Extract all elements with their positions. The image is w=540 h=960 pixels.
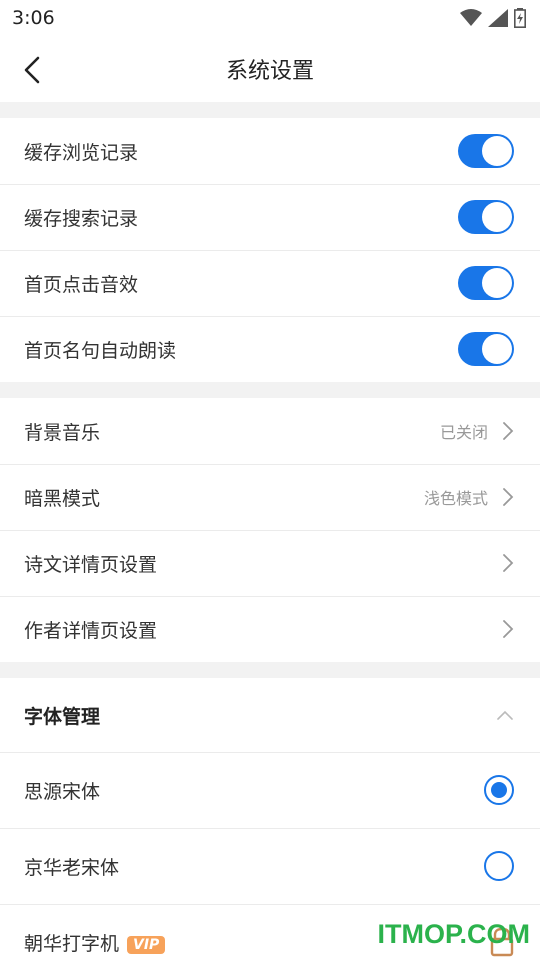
chevron-up-icon xyxy=(497,710,513,720)
setting-row-bg-music[interactable]: 背景音乐 已关闭 xyxy=(0,398,540,464)
click-sound-toggle[interactable] xyxy=(458,266,514,300)
toggle-knob xyxy=(482,334,512,364)
chevron-right-icon xyxy=(503,620,514,638)
row-label: 缓存搜索记录 xyxy=(24,207,139,230)
row-label: 暗黑模式 xyxy=(24,487,101,510)
row-right: 已关闭 xyxy=(440,419,514,443)
row-label: 首页点击音效 xyxy=(24,273,139,296)
radio-selected[interactable] xyxy=(484,775,514,805)
nav-bar: 系统设置 xyxy=(0,36,540,102)
radio-dot xyxy=(491,782,507,798)
font-row-siyuan[interactable]: 思源宋体 xyxy=(0,752,540,828)
signal-icon xyxy=(488,9,508,27)
search-cache-toggle[interactable] xyxy=(458,200,514,234)
toggle-group: 缓存浏览记录 缓存搜索记录 首页点击音效 首页名句自动朗读 xyxy=(0,118,540,382)
row-label: 作者详情页设置 xyxy=(24,619,158,642)
row-value: 已关闭 xyxy=(439,423,488,442)
toggle-row-click-sound: 首页点击音效 xyxy=(0,250,540,316)
row-label: 首页名句自动朗读 xyxy=(24,339,177,362)
font-section-header[interactable]: 字体管理 xyxy=(0,678,540,752)
chevron-right-icon xyxy=(503,422,514,440)
setting-row-poem-detail[interactable]: 诗文详情页设置 xyxy=(0,530,540,596)
row-value: 浅色模式 xyxy=(423,489,488,508)
toggle-knob xyxy=(482,202,512,232)
section-title: 字体管理 xyxy=(24,705,101,728)
row-right xyxy=(502,553,514,573)
row-right xyxy=(502,619,514,639)
setting-row-author-detail[interactable]: 作者详情页设置 xyxy=(0,596,540,662)
chevron-right-icon xyxy=(503,488,514,506)
section-gap xyxy=(0,382,540,398)
row-right: 浅色模式 xyxy=(424,485,514,509)
toggle-knob xyxy=(482,136,512,166)
chevron-left-icon xyxy=(24,56,40,84)
toggle-knob xyxy=(482,268,512,298)
row-label: 诗文详情页设置 xyxy=(24,553,158,576)
section-gap xyxy=(0,662,540,678)
back-button[interactable] xyxy=(14,52,50,88)
auto-read-toggle[interactable] xyxy=(458,332,514,366)
row-label-wrap: 朝华打字机 VIP xyxy=(24,929,166,956)
chevron-right-icon xyxy=(503,554,514,572)
status-time: 3:06 xyxy=(12,7,55,29)
row-label: 背景音乐 xyxy=(24,421,101,444)
font-row-jinghua[interactable]: 京华老宋体 xyxy=(0,828,540,904)
row-label: 思源宋体 xyxy=(24,780,101,803)
status-icons xyxy=(460,8,526,28)
font-group: 字体管理 思源宋体 京华老宋体 朝华打字机 VIP xyxy=(0,678,540,960)
section-gap xyxy=(0,102,540,118)
battery-icon xyxy=(514,8,526,28)
row-label: 朝华打字机 xyxy=(24,932,120,955)
watermark-logo: ITMOP.COM xyxy=(377,919,530,949)
toggle-row-search-cache: 缓存搜索记录 xyxy=(0,184,540,250)
status-bar: 3:06 xyxy=(0,0,540,36)
settings-group: 背景音乐 已关闭 暗黑模式 浅色模式 诗文详情页设置 作者详情页设置 xyxy=(0,398,540,662)
toggle-row-auto-read: 首页名句自动朗读 xyxy=(0,316,540,382)
wifi-icon xyxy=(460,9,482,26)
browse-cache-toggle[interactable] xyxy=(458,134,514,168)
vip-badge: VIP xyxy=(127,936,166,954)
row-label: 京华老宋体 xyxy=(24,856,120,879)
radio-unselected[interactable] xyxy=(484,851,514,881)
toggle-row-browse-cache: 缓存浏览记录 xyxy=(0,118,540,184)
page-title: 系统设置 xyxy=(225,59,314,84)
row-label: 缓存浏览记录 xyxy=(24,141,139,164)
setting-row-dark-mode[interactable]: 暗黑模式 浅色模式 xyxy=(0,464,540,530)
